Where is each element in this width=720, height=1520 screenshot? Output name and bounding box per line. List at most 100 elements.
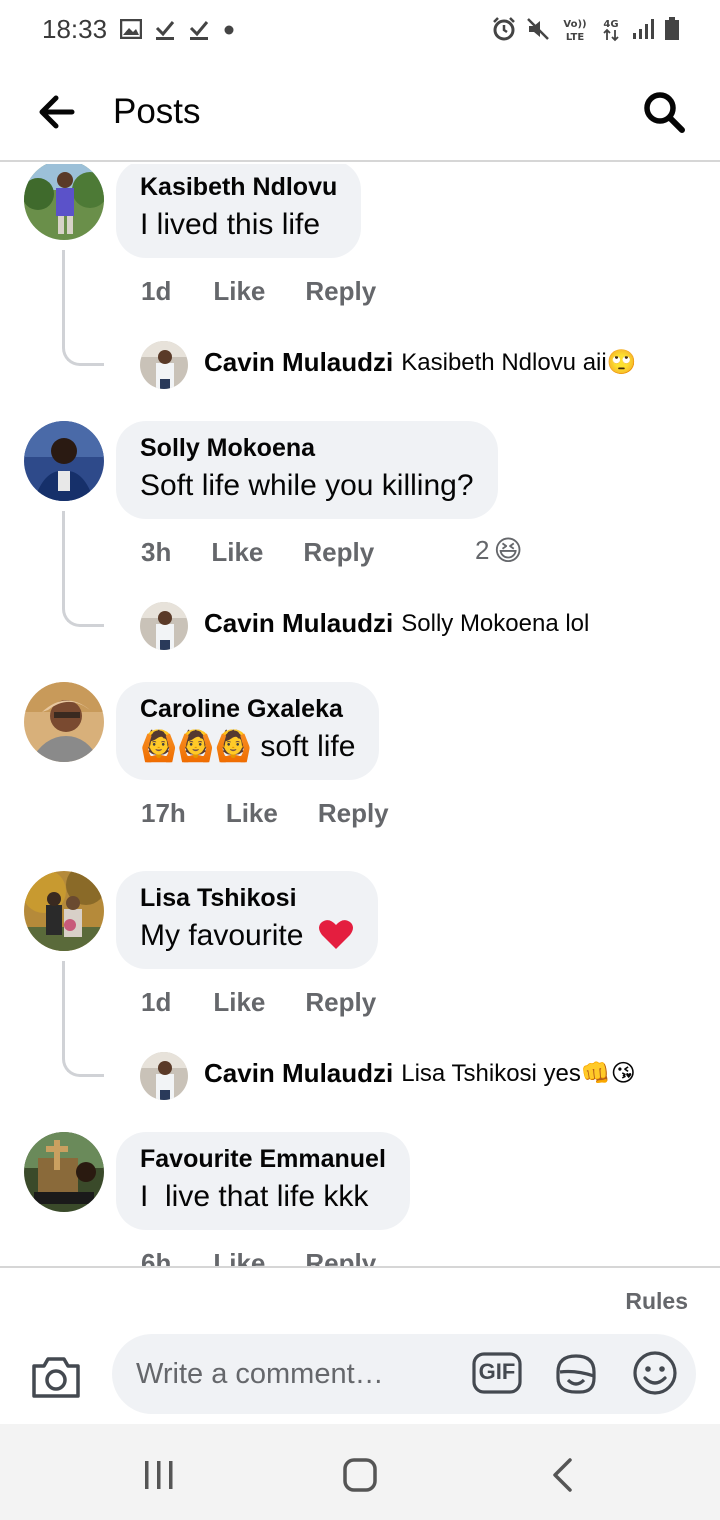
comment-actions: 1d Like Reply <box>141 987 376 1018</box>
reply-button[interactable]: Reply <box>305 987 376 1018</box>
comment-time[interactable]: 3h <box>141 537 171 568</box>
reply-button[interactable]: Reply <box>318 798 389 829</box>
comment-time[interactable]: 1d <box>141 987 171 1018</box>
reply-preview[interactable]: Cavin Mulaudzi Kasibeth Ndlovu aii 🙄 <box>204 347 637 378</box>
comment-bubble[interactable]: Kasibeth Ndlovu I lived this life <box>116 164 362 258</box>
battery-icon <box>665 17 679 40</box>
camera-button[interactable] <box>30 1354 82 1400</box>
comment-input[interactable] <box>136 1350 466 1398</box>
like-button[interactable]: Like <box>213 987 265 1018</box>
signal-icon <box>633 19 654 39</box>
thread-connector <box>62 511 104 627</box>
gif-button[interactable]: GIF <box>472 1350 522 1396</box>
reaction-summary[interactable]: 2 😆 <box>475 534 523 567</box>
comment-emojis: 🙆🙆🙆 <box>140 730 253 763</box>
like-button[interactable]: Like <box>226 798 278 829</box>
comment-text-row: 🙆🙆🙆 soft life <box>140 728 355 766</box>
reply-emoji: 👊😘 <box>580 1060 636 1087</box>
comment-actions: 6h Like Reply <box>141 1248 376 1266</box>
comment-time[interactable]: 1d <box>141 276 171 307</box>
reply-author[interactable]: Cavin Mulaudzi <box>204 1058 393 1089</box>
emoji-button[interactable] <box>632 1350 678 1396</box>
reply-text: Kasibeth Ndlovu aii <box>401 348 607 376</box>
recent-apps-icon <box>145 1461 173 1489</box>
reply-button[interactable]: Reply <box>305 276 376 307</box>
comment-author[interactable]: Solly Mokoena <box>140 433 474 463</box>
mute-icon <box>527 18 549 40</box>
comment-actions: 1d Like Reply <box>141 276 376 307</box>
gallery-icon <box>120 19 142 39</box>
avatar[interactable] <box>24 871 104 951</box>
4g-icon: 4G <box>603 19 619 42</box>
svg-text:Vo)): Vo)) <box>563 19 586 30</box>
comment-author[interactable]: Caroline Gxaleka <box>140 694 355 724</box>
sticker-button[interactable] <box>552 1350 600 1398</box>
dot-icon <box>224 25 234 35</box>
volte-icon: Vo)) LTE <box>563 19 586 42</box>
comment-bubble[interactable]: Solly Mokoena Soft life while you killin… <box>116 421 498 519</box>
comment-time[interactable]: 17h <box>141 798 186 829</box>
download-done-icon <box>189 21 209 40</box>
laugh-reaction-icon: 😆 <box>493 535 523 566</box>
home-button[interactable] <box>343 1458 377 1492</box>
system-nav-bar <box>0 1424 720 1520</box>
comment-text: I lived this life <box>140 208 321 241</box>
status-time: 18:33 <box>42 14 108 44</box>
nav-back-button[interactable] <box>550 1458 574 1492</box>
avatar[interactable] <box>140 1052 188 1100</box>
reply-preview[interactable]: Cavin Mulaudzi Solly Mokoena lol <box>204 608 589 639</box>
reply-author[interactable]: Cavin Mulaudzi <box>204 347 393 378</box>
rules-link[interactable]: Rules <box>625 1288 688 1315</box>
comment-list[interactable]: Kasibeth Ndlovu I lived this life 1d Lik… <box>0 164 720 1266</box>
comment-time[interactable]: 6h <box>141 1248 171 1266</box>
status-bar: 18:33 Vo)) LTE 4G <box>0 0 720 62</box>
comment-input-container[interactable]: GIF <box>112 1334 696 1414</box>
thread-connector <box>62 250 104 366</box>
reaction-count: 2 <box>475 535 490 565</box>
back-icon <box>553 1458 572 1492</box>
home-icon <box>343 1458 377 1492</box>
like-button[interactable]: Like <box>211 537 263 568</box>
comment-author[interactable]: Lisa Tshikosi <box>140 883 354 913</box>
recent-apps-button[interactable] <box>143 1460 175 1490</box>
comment-composer: Rules GIF <box>0 1266 720 1424</box>
avatar[interactable] <box>24 682 104 762</box>
comment-author[interactable]: Kasibeth Ndlovu <box>140 172 337 202</box>
download-done-icon <box>155 21 175 40</box>
comment-text: soft life <box>260 730 356 763</box>
svg-text:4G: 4G <box>603 19 618 30</box>
status-system-icons: Vo)) LTE 4G <box>492 14 680 44</box>
search-icon <box>644 92 685 133</box>
comment-text: Soft life while you killing? <box>140 469 474 502</box>
reply-preview[interactable]: Cavin Mulaudzi Lisa Tshikosi yes 👊😘 <box>204 1058 636 1089</box>
like-button[interactable]: Like <box>213 276 265 307</box>
comment-bubble[interactable]: Favourite Emmanuel I live that life kkk <box>116 1132 410 1230</box>
avatar[interactable] <box>140 602 188 650</box>
comment-actions: 17h Like Reply <box>141 798 389 829</box>
reply-button[interactable]: Reply <box>303 537 374 568</box>
reply-author[interactable]: Cavin Mulaudzi <box>204 608 393 639</box>
page-title: Posts <box>113 92 201 131</box>
search-button[interactable] <box>642 90 686 134</box>
status-notification-icons <box>120 16 236 42</box>
reply-text: Solly Mokoena lol <box>401 609 590 637</box>
reply-text: Lisa Tshikosi yes <box>401 1059 581 1087</box>
comment-text: I live that life kkk <box>140 1180 369 1213</box>
comment-bubble[interactable]: Lisa Tshikosi My favourite <box>116 871 378 969</box>
avatar[interactable] <box>24 421 104 501</box>
emoji-icon <box>633 1351 677 1395</box>
avatar[interactable] <box>24 164 104 240</box>
comment-text-row: My favourite <box>140 917 354 955</box>
thread-connector <box>62 961 104 1077</box>
comment-author[interactable]: Favourite Emmanuel <box>140 1144 386 1174</box>
avatar[interactable] <box>24 1132 104 1212</box>
heart-icon <box>318 920 353 949</box>
svg-text:LTE: LTE <box>566 32 585 42</box>
reply-button[interactable]: Reply <box>305 1248 376 1266</box>
like-button[interactable]: Like <box>213 1248 265 1266</box>
comment-bubble[interactable]: Caroline Gxaleka 🙆🙆🙆 soft life <box>116 682 380 780</box>
alarm-icon <box>493 17 515 41</box>
avatar[interactable] <box>140 341 188 389</box>
comment-actions: 3h Like Reply <box>141 537 374 568</box>
back-button[interactable] <box>36 92 76 132</box>
